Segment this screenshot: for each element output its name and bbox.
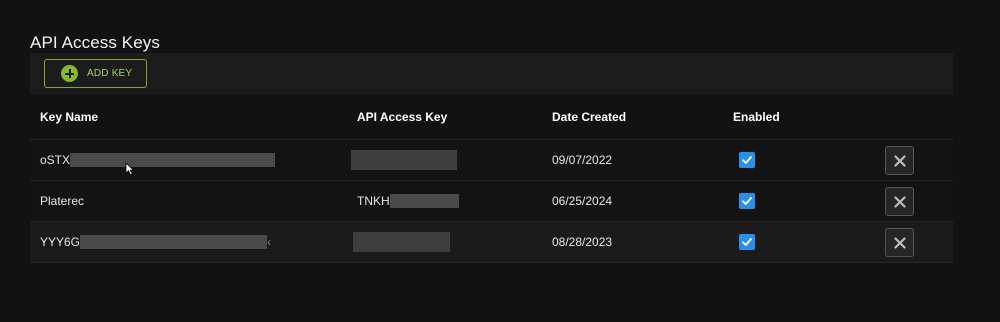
key-name-visible: oSTX xyxy=(40,153,71,167)
page-title: API Access Keys xyxy=(30,33,160,52)
table-row: oSTX 09/07/2022 xyxy=(30,140,953,181)
redacted-mask xyxy=(80,235,268,249)
table-row: Platerec TNKH 06/25/2024 xyxy=(30,181,953,222)
api-key-cell: TNKH xyxy=(357,181,459,221)
key-name-cell: oSTX xyxy=(40,140,276,180)
delete-key-button[interactable] xyxy=(885,228,914,257)
check-icon xyxy=(742,156,752,164)
key-name-cell: Platerec xyxy=(40,194,85,208)
enabled-checkbox[interactable] xyxy=(739,152,755,168)
date-created-cell: 06/25/2024 xyxy=(552,194,613,208)
header-api-access-key: API Access Key xyxy=(357,109,448,124)
redacted-mask xyxy=(351,150,457,170)
close-icon xyxy=(894,237,906,249)
key-name-cell: YYY6G ‹ xyxy=(40,222,271,262)
close-icon xyxy=(894,196,906,208)
redacted-mask xyxy=(353,232,450,252)
close-icon xyxy=(894,155,906,167)
check-icon xyxy=(742,238,752,246)
delete-key-button[interactable] xyxy=(885,146,914,175)
delete-key-button[interactable] xyxy=(885,187,914,216)
api-key-cell xyxy=(351,140,457,180)
redacted-mask xyxy=(70,153,276,167)
redacted-mask xyxy=(389,194,459,208)
api-key-cell xyxy=(353,222,450,262)
enabled-checkbox[interactable] xyxy=(739,234,755,250)
table-header: Key Name API Access Key Date Created Ena… xyxy=(30,94,953,140)
header-key-name: Key Name xyxy=(40,109,99,124)
date-created-cell: 08/28/2023 xyxy=(552,235,613,249)
header-date-created: Date Created xyxy=(552,109,627,124)
date-created-cell: 09/07/2022 xyxy=(552,153,613,167)
add-key-label: ADD KEY xyxy=(87,68,133,79)
table-row: YYY6G ‹ 08/28/2023 xyxy=(30,222,953,263)
keys-toolbar: ADD KEY xyxy=(30,53,953,94)
enabled-checkbox[interactable] xyxy=(739,193,755,209)
add-key-button[interactable]: ADD KEY xyxy=(44,59,147,88)
api-key-visible: TNKH xyxy=(357,194,390,208)
header-enabled: Enabled xyxy=(733,109,780,124)
plus-circle-icon xyxy=(61,65,78,82)
key-name-trailing: ‹ xyxy=(267,235,272,249)
key-name-visible: YYY6G xyxy=(40,235,81,249)
check-icon xyxy=(742,197,752,205)
api-keys-table: Key Name API Access Key Date Created Ena… xyxy=(30,94,953,263)
mouse-pointer-icon xyxy=(125,162,135,176)
